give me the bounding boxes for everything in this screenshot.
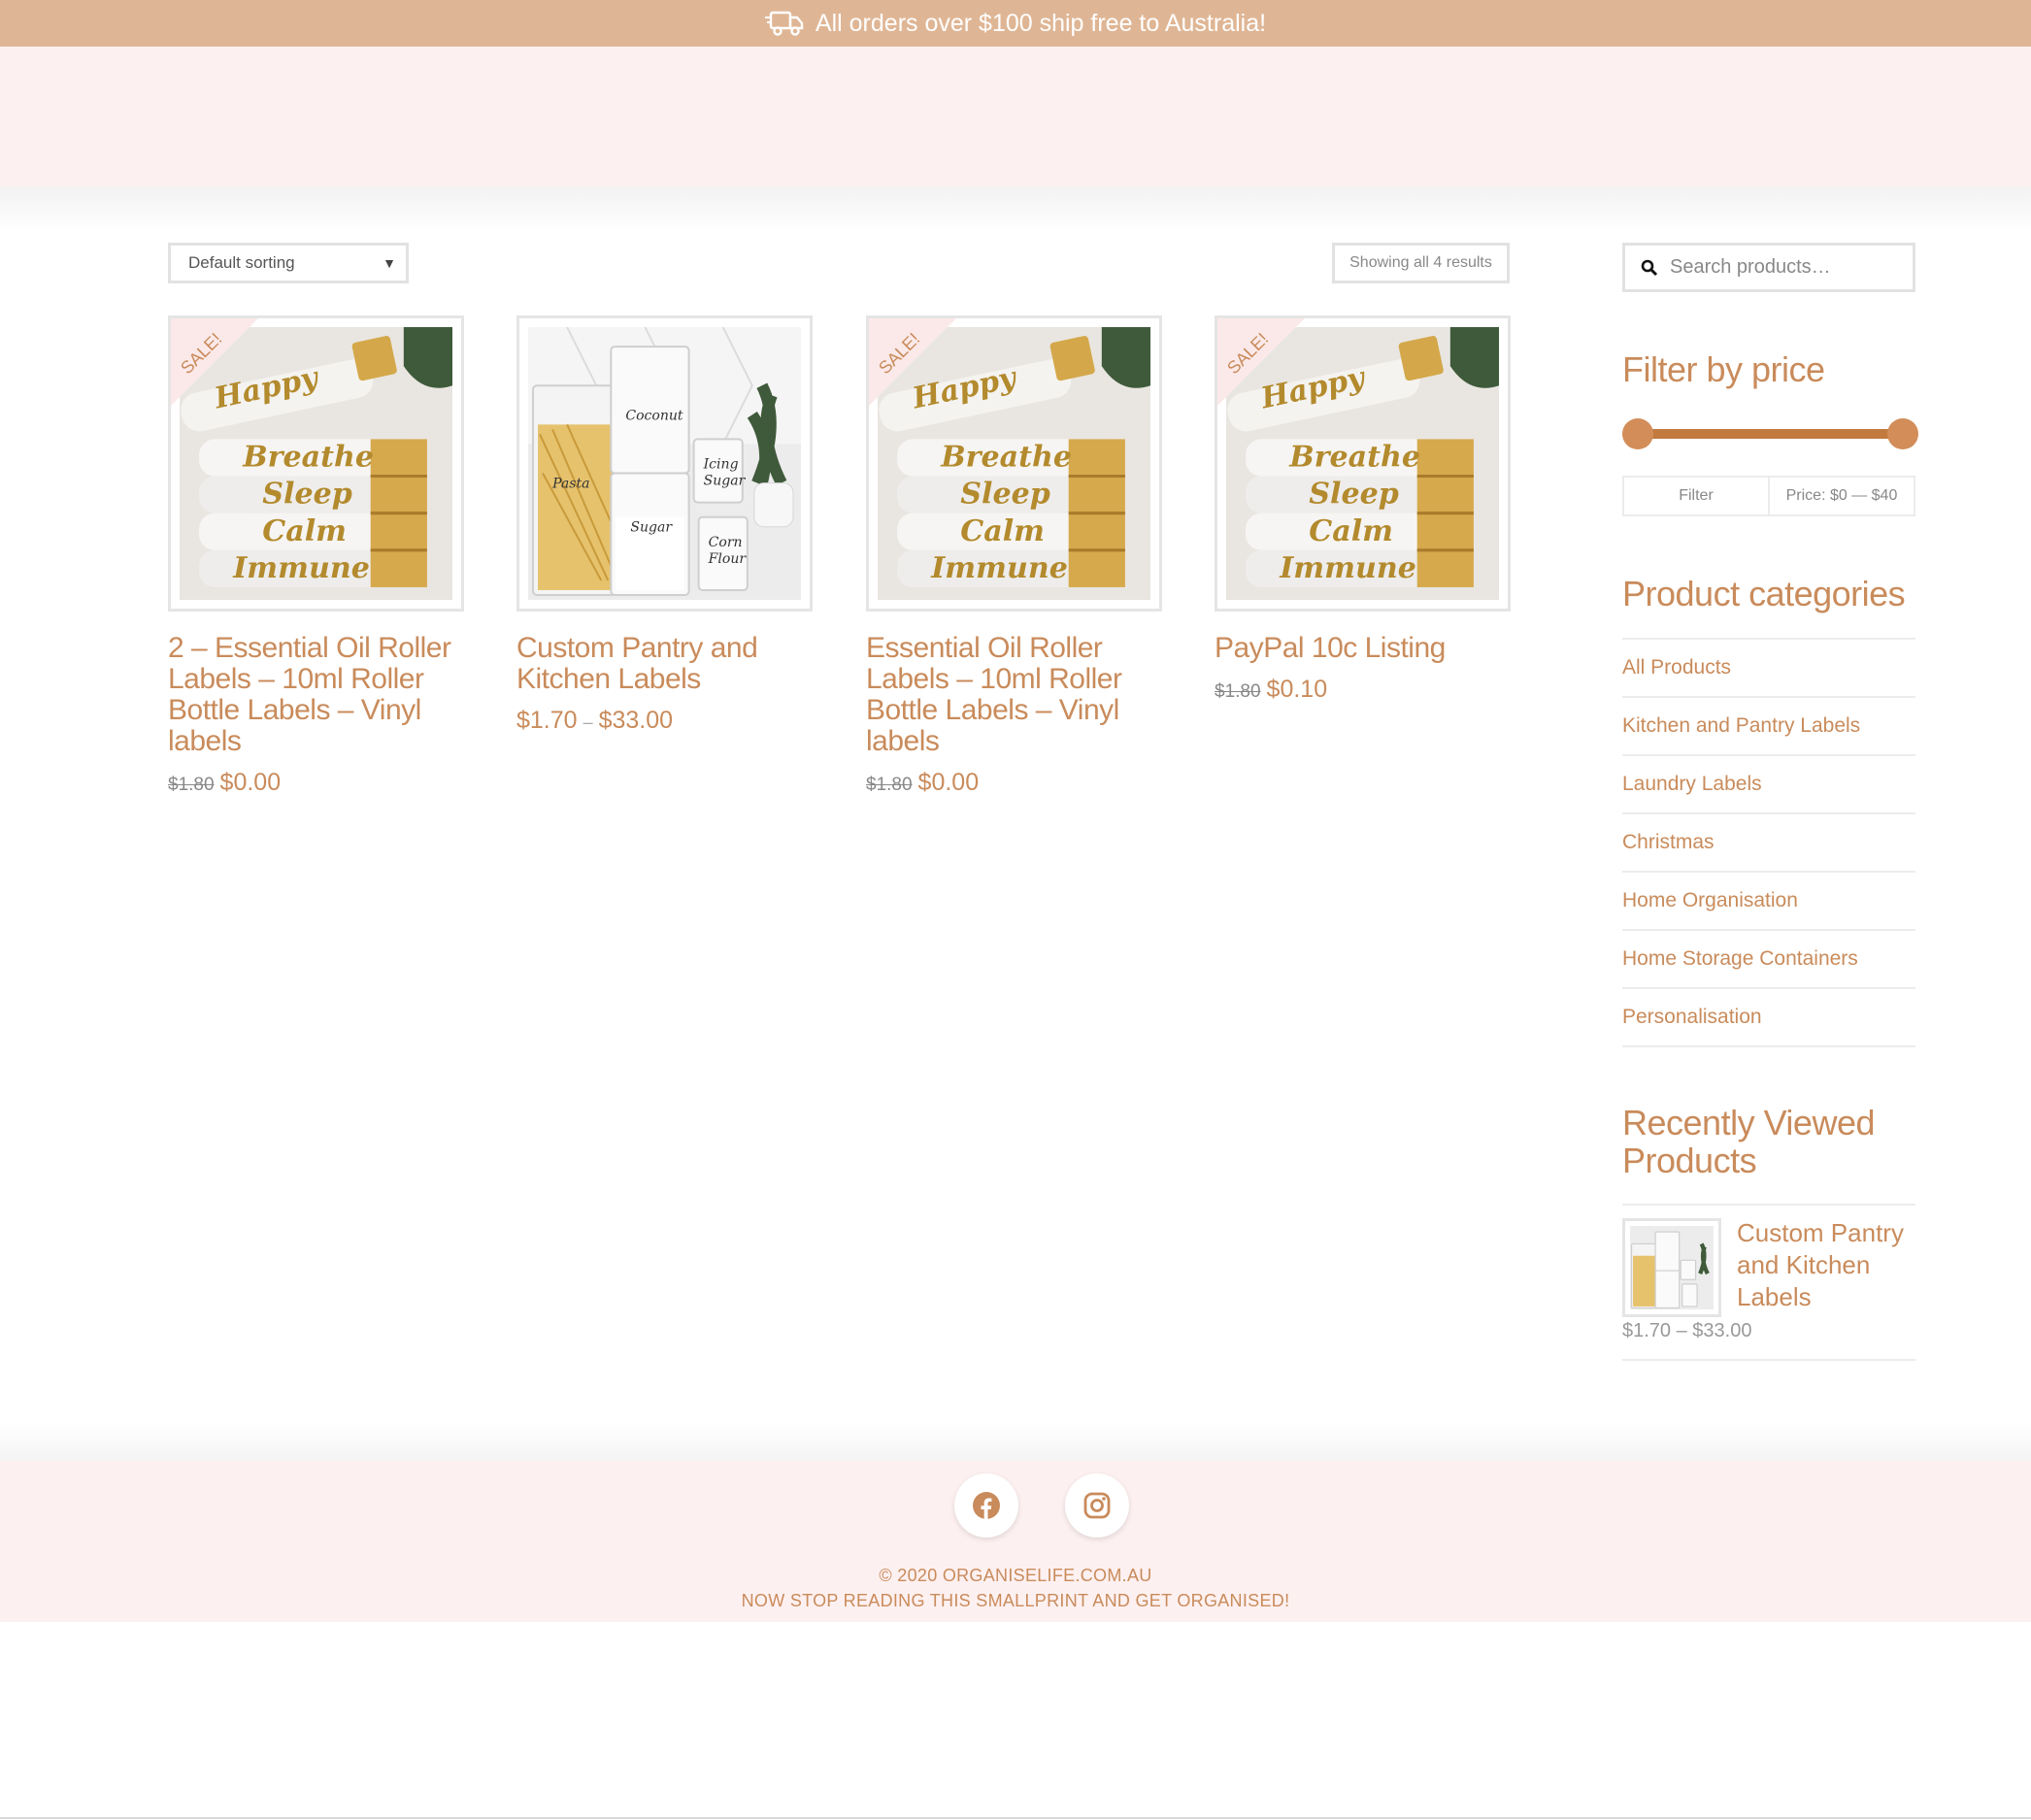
product-title[interactable]: Essential Oil Roller Labels – 10ml Rolle… (866, 633, 1162, 757)
result-count: Showing all 4 results (1332, 243, 1510, 283)
product-price: $1.70– $33.00 (516, 707, 813, 735)
category-link[interactable]: Home Organisation (1622, 873, 1915, 931)
product-card[interactable]: Coconut Pasta Sugar Icing Sugar Corn Flo… (516, 315, 813, 735)
divider (1622, 1204, 1915, 1206)
site-header (0, 47, 2031, 186)
product-image[interactable]: Coconut Pasta Sugar Icing Sugar Corn Flo… (516, 315, 813, 612)
price-slider-min-handle[interactable] (1622, 418, 1653, 449)
filter-button[interactable]: Filter (1624, 478, 1770, 514)
category-link[interactable]: Kitchen and Pantry Labels (1622, 698, 1915, 756)
price-slider-max-handle[interactable] (1887, 418, 1918, 449)
product-price: $1.80 $0.10 (1215, 676, 1511, 704)
svg-text:Breathe: Breathe (242, 441, 374, 475)
recent-product-title[interactable]: Custom Pantry and Kitchen Labels (1737, 1217, 1921, 1313)
svg-text:Icing: Icing (703, 457, 739, 473)
facebook-icon (973, 1492, 1000, 1519)
category-link[interactable]: Home Storage Containers (1622, 931, 1915, 989)
svg-text:Breathe: Breathe (1288, 441, 1420, 475)
sort-select-value: Default sorting (188, 253, 295, 272)
product-card[interactable]: Happy Breathe Sleep Calm Immune SALE! Pa… (1215, 315, 1511, 704)
category-link[interactable]: Personalisation (1622, 989, 1915, 1047)
shipping-message: All orders over $100 ship free to Austra… (815, 9, 1267, 37)
svg-text:Sugar: Sugar (630, 520, 673, 536)
svg-text:Coconut: Coconut (625, 408, 683, 423)
header-shadow (0, 186, 2031, 233)
product-title[interactable]: 2 – Essential Oil Roller Labels – 10ml R… (168, 633, 464, 757)
product-image[interactable]: Happy Breathe Sleep Calm Immune SALE! (168, 315, 464, 612)
footer-tagline: NOW STOP READING THIS SMALLPRINT AND GET… (741, 1591, 1290, 1610)
svg-text:Corn: Corn (709, 535, 743, 550)
recent-product-price: $1.70 – $33.00 (1622, 1320, 1752, 1341)
footer-shadow (0, 1422, 2031, 1461)
svg-text:Flour: Flour (708, 551, 748, 567)
delivery-truck-icon (764, 11, 804, 36)
svg-text:Calm: Calm (960, 514, 1045, 548)
product-price: $1.80 $0.00 (866, 769, 1162, 797)
price-filter-row: Filter Price: $0 — $40 (1622, 476, 1915, 516)
divider (0, 1817, 2031, 1819)
product-price: $1.80 $0.00 (168, 769, 464, 797)
product-image[interactable]: Happy Breathe Sleep Calm Immune SALE! (1215, 315, 1511, 612)
svg-text:Immune: Immune (930, 551, 1068, 585)
pantry-containers-thumbnail (1630, 1226, 1714, 1309)
price-slider-track[interactable] (1637, 429, 1903, 439)
chevron-down-icon: ▼ (383, 255, 396, 271)
product-categories-title: Product categories (1622, 574, 1906, 613)
product-title[interactable]: PayPal 10c Listing (1215, 633, 1511, 664)
instagram-icon (1083, 1492, 1111, 1519)
recent-product-image[interactable] (1622, 1218, 1721, 1317)
filter-by-price-title: Filter by price (1622, 349, 1825, 389)
search-placeholder: Search products… (1670, 256, 1831, 278)
facebook-link[interactable] (954, 1473, 1018, 1538)
category-link[interactable]: All Products (1622, 640, 1915, 698)
search-icon (1641, 259, 1658, 276)
svg-text:Immune: Immune (232, 551, 370, 585)
divider (1622, 1359, 1915, 1361)
old-price: $1.80 (866, 775, 913, 795)
category-link[interactable]: Laundry Labels (1622, 756, 1915, 814)
category-list: All Products Kitchen and Pantry Labels L… (1622, 638, 1915, 1047)
old-price: $1.80 (168, 775, 215, 795)
price-min: $1.70 (516, 707, 578, 734)
shipping-announcement-bar: All orders over $100 ship free to Austra… (0, 0, 2031, 47)
recently-viewed-title: Recently Viewed Products (1622, 1103, 1876, 1180)
svg-text:Breathe: Breathe (940, 441, 1072, 475)
svg-text:Pasta: Pasta (551, 477, 589, 492)
product-search-input[interactable]: Search products… (1622, 243, 1915, 292)
svg-text:Calm: Calm (262, 514, 347, 548)
old-price: $1.80 (1215, 681, 1261, 702)
svg-text:Immune: Immune (1279, 551, 1416, 585)
product-card[interactable]: Happy Breathe Sleep Calm Immune SALE! Es… (866, 315, 1162, 797)
svg-text:Sleep: Sleep (262, 478, 352, 512)
sort-select[interactable]: Default sorting ▼ (168, 243, 409, 283)
instagram-link[interactable] (1065, 1473, 1129, 1538)
current-price: $0.00 (219, 769, 282, 796)
price-range-label: Price: $0 — $40 (1785, 487, 1898, 504)
category-link[interactable]: Christmas (1622, 814, 1915, 873)
price-separator: – (583, 712, 593, 732)
footer-copyright: © 2020 ORGANISELIFE.COM.AU (879, 1566, 1152, 1585)
current-price: $0.00 (917, 769, 980, 796)
svg-text:Sleep: Sleep (1309, 478, 1399, 512)
svg-text:Calm: Calm (1309, 514, 1393, 548)
pantry-containers-image: Coconut Pasta Sugar Icing Sugar Corn Flo… (528, 327, 801, 600)
price-max: $33.00 (598, 707, 674, 734)
product-card[interactable]: Happy Breathe Sleep Calm Immune SALE! 2 … (168, 315, 464, 797)
svg-text:Sugar: Sugar (704, 474, 747, 489)
current-price: $0.10 (1266, 676, 1328, 703)
svg-text:Sleep: Sleep (960, 478, 1050, 512)
product-image[interactable]: Happy Breathe Sleep Calm Immune SALE! (866, 315, 1162, 612)
product-title[interactable]: Custom Pantry and Kitchen Labels (516, 633, 813, 695)
